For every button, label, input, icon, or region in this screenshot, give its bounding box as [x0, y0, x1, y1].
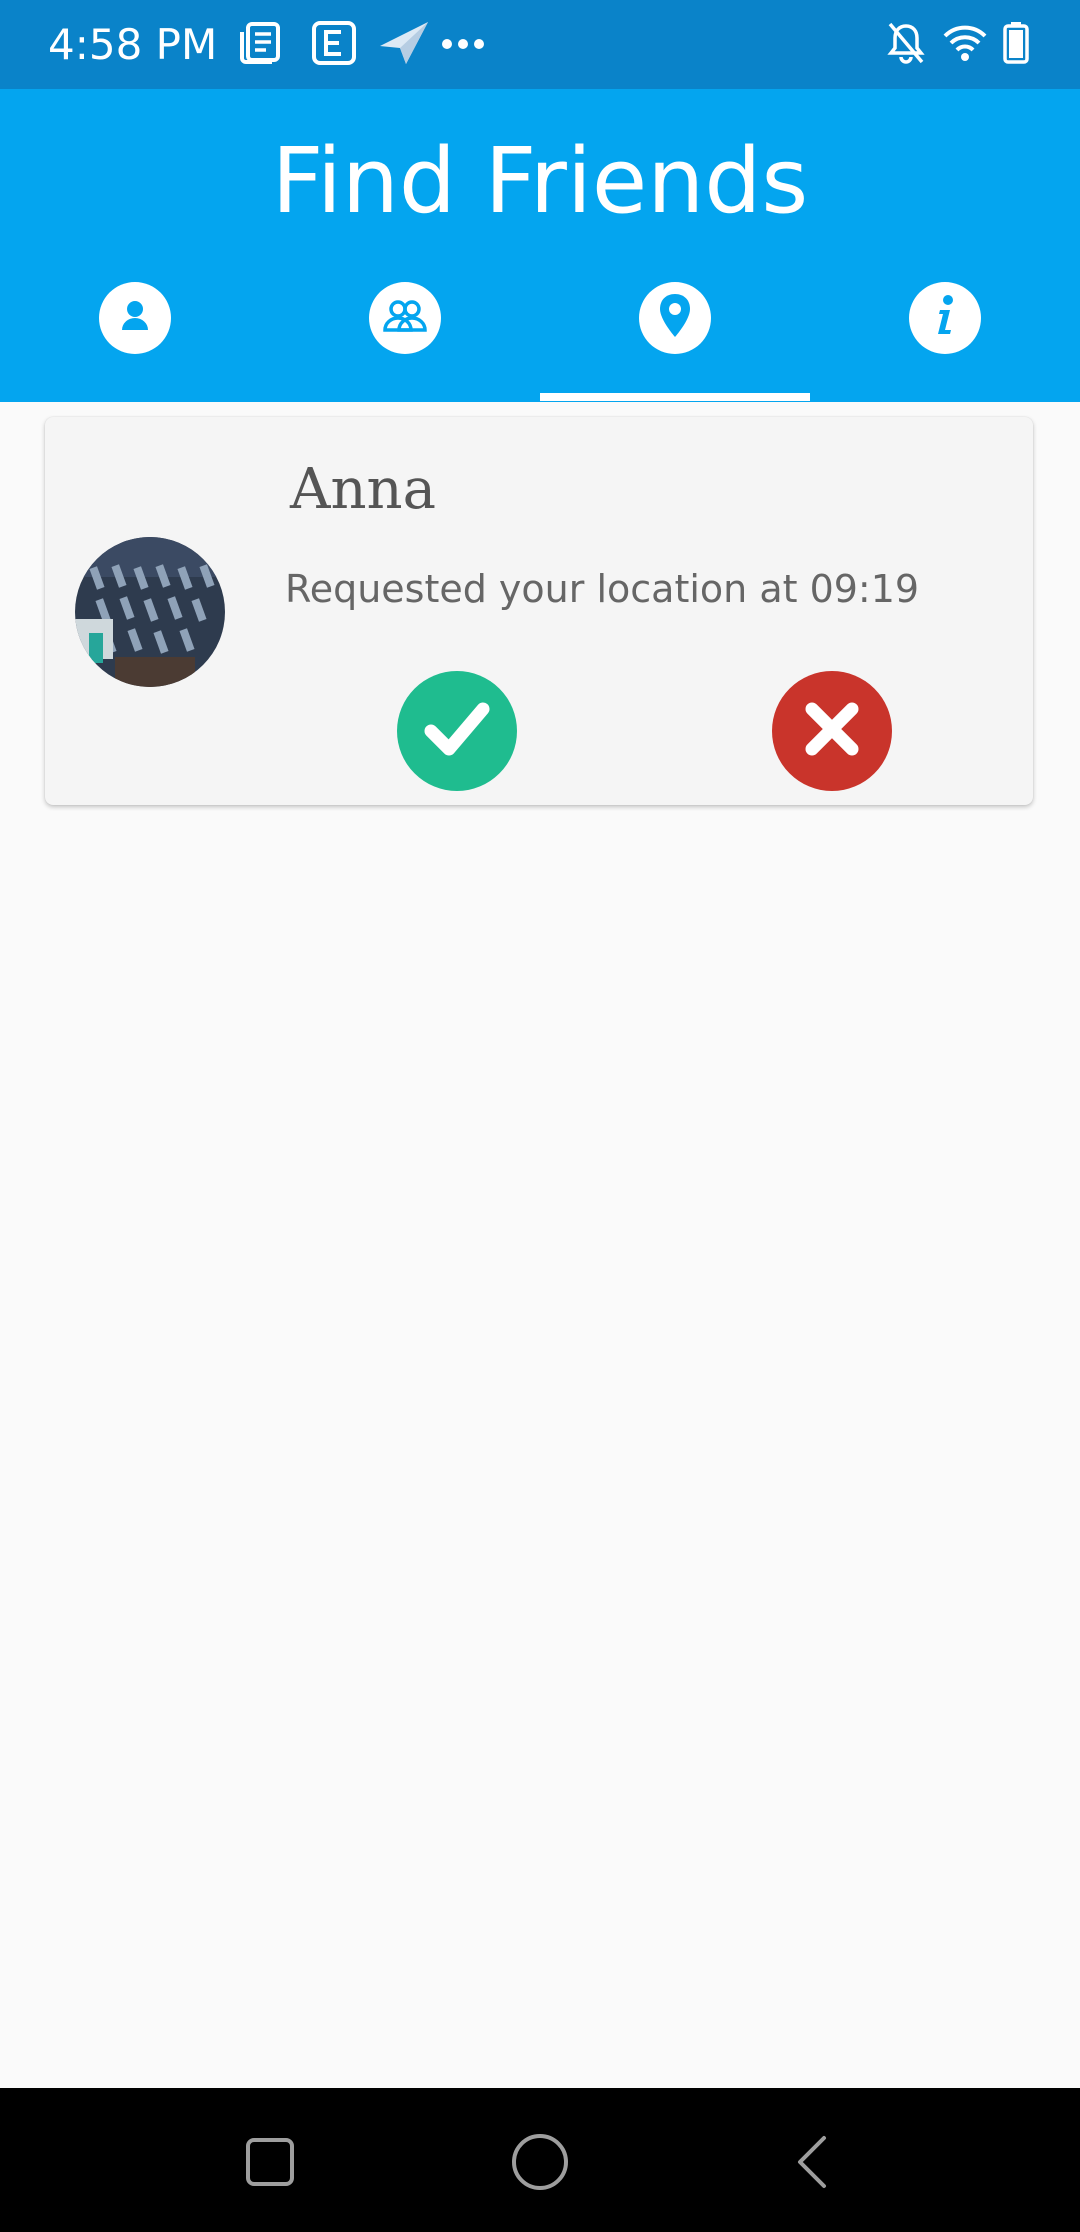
- send-arrow-icon: [378, 20, 430, 71]
- home-icon[interactable]: [508, 2130, 572, 2199]
- tab-info[interactable]: [810, 272, 1080, 402]
- person-icon: [113, 294, 157, 343]
- tab-indicator: [540, 393, 810, 401]
- tab-location[interactable]: [540, 272, 810, 402]
- navigation-bar: [0, 2088, 1080, 2232]
- group-icon: [379, 294, 431, 343]
- wifi-icon: [942, 20, 988, 71]
- news-icon: [238, 20, 284, 71]
- friend-name: Anna: [290, 457, 436, 522]
- info-icon: [923, 291, 967, 346]
- status-bar: 4:58 PM: [0, 0, 1080, 89]
- status-time: 4:58 PM: [48, 20, 218, 69]
- location-request-card: Anna Requested your location at 09:19: [45, 417, 1033, 805]
- page-title: Find Friends: [271, 129, 809, 234]
- tab-profile[interactable]: [0, 272, 270, 402]
- back-icon[interactable]: [784, 2132, 844, 2197]
- bell-off-icon: [886, 20, 926, 71]
- accept-button[interactable]: [397, 671, 517, 791]
- more-dots-icon: [440, 30, 486, 61]
- check-icon: [417, 689, 497, 774]
- request-message: Requested your location at 09:19: [285, 567, 920, 611]
- battery-icon: [1003, 20, 1029, 71]
- app-bar: Find Friends: [0, 89, 1080, 402]
- close-icon: [792, 689, 872, 774]
- location-pin-icon: [653, 291, 697, 346]
- tab-friends[interactable]: [270, 272, 540, 402]
- avatar: [75, 537, 225, 687]
- reject-button[interactable]: [772, 671, 892, 791]
- recents-icon[interactable]: [240, 2132, 300, 2197]
- e-icon: [311, 20, 357, 71]
